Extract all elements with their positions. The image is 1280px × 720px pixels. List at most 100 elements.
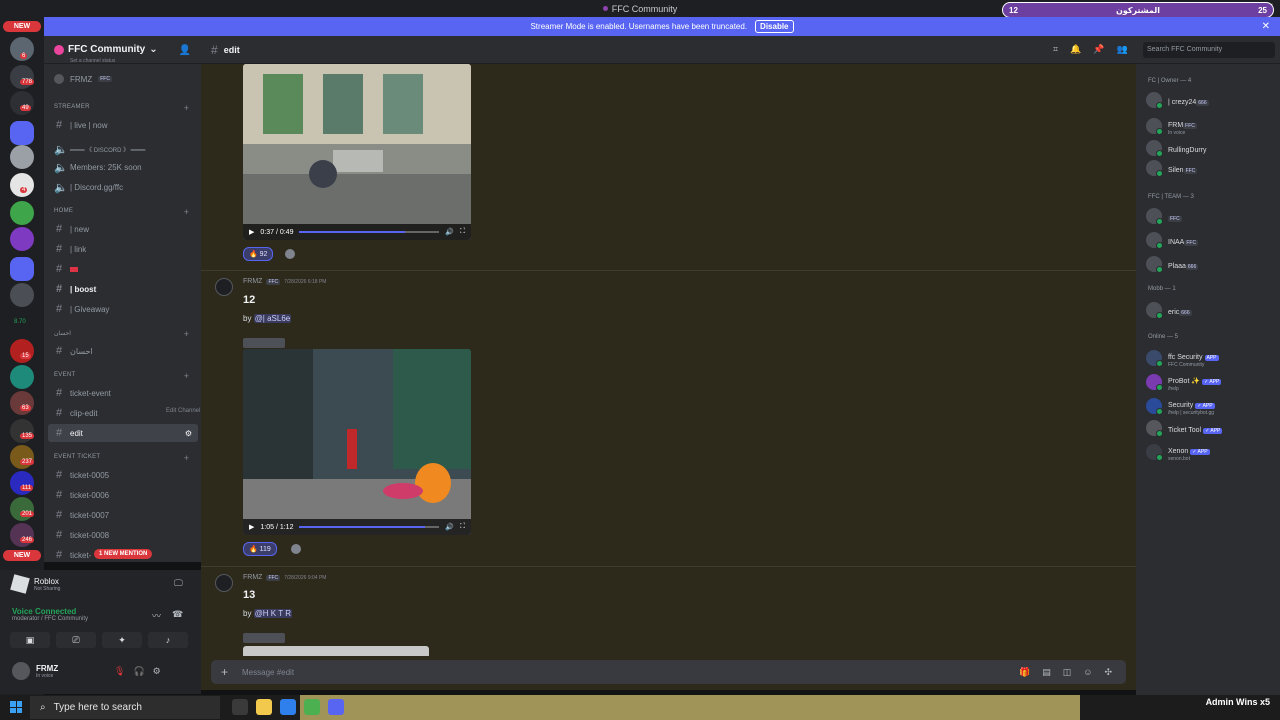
- server-icon[interactable]: [10, 283, 34, 307]
- server-icon[interactable]: [10, 145, 34, 169]
- fullscreen-icon[interactable]: ⛶: [460, 228, 465, 236]
- channel-flag[interactable]: #: [48, 260, 198, 278]
- bell-icon[interactable]: 🔔: [1070, 44, 1081, 55]
- server-icon[interactable]: [10, 365, 34, 389]
- author-name[interactable]: FRMZ: [243, 574, 262, 581]
- discord-icon[interactable]: [328, 699, 344, 715]
- author-name[interactable]: FRMZ: [243, 278, 262, 285]
- channel-ticket-0008[interactable]: # ticket-0008: [48, 526, 198, 544]
- server-icon[interactable]: [10, 471, 34, 495]
- member-item[interactable]: ffc Security APP FFC Community: [1146, 348, 1219, 368]
- add-reaction-icon[interactable]: [291, 544, 301, 554]
- invite-icon[interactable]: 👤: [179, 45, 191, 56]
- member-item[interactable]: | crezy24 666: [1146, 92, 1209, 109]
- server-icon[interactable]: [10, 391, 34, 415]
- video-attachment[interactable]: [243, 646, 429, 656]
- new-mention-pill[interactable]: 1 NEW MENTION: [94, 549, 153, 559]
- server-icon[interactable]: [10, 445, 34, 469]
- disconnect-icon[interactable]: ☎: [172, 609, 183, 620]
- add-attachment-icon[interactable]: +: [221, 665, 228, 679]
- disable-button[interactable]: Disable: [755, 20, 794, 33]
- gif-icon[interactable]: ▤: [1042, 667, 1051, 678]
- channel-boost[interactable]: # | boost: [48, 280, 198, 298]
- add-channel-icon[interactable]: +: [184, 329, 189, 339]
- reaction-fire[interactable]: 🔥 119: [243, 542, 277, 556]
- add-reaction-icon[interactable]: [285, 249, 295, 259]
- server-icon[interactable]: [10, 339, 34, 363]
- video-progress-bar[interactable]: [299, 231, 440, 233]
- channel-discord-link[interactable]: 🔈 | Discord.gg/ffc: [48, 178, 198, 196]
- banner-close-icon[interactable]: ✕: [1262, 21, 1270, 32]
- add-channel-icon[interactable]: +: [184, 103, 189, 113]
- chrome-icon[interactable]: [304, 699, 320, 715]
- member-item[interactable]: Plaaa 666: [1146, 256, 1199, 273]
- server-icon[interactable]: [10, 173, 34, 197]
- app-icon[interactable]: [280, 699, 296, 715]
- threads-icon[interactable]: ⌗: [1053, 44, 1058, 55]
- server-icon[interactable]: [10, 91, 34, 115]
- voice-connected-label[interactable]: Voice Connected: [12, 607, 88, 616]
- category-ihsan[interactable]: احسان: [54, 330, 71, 337]
- channel-giveaway[interactable]: # | Giveaway: [48, 300, 198, 318]
- channel-ticket-event[interactable]: # ticket-event: [48, 384, 198, 402]
- message-input[interactable]: + Message #edit 🎁 ▤ ◫ ☺ ✣: [211, 660, 1126, 684]
- channel-new[interactable]: # | new: [48, 220, 198, 238]
- reaction-fire[interactable]: 🔥 92: [243, 247, 274, 261]
- channel-link[interactable]: # | link: [48, 240, 198, 258]
- member-item[interactable]: FFC: [1146, 208, 1182, 225]
- channel-edit[interactable]: # edit ⚙: [48, 424, 198, 442]
- add-channel-icon[interactable]: +: [184, 371, 189, 381]
- deafen-icon[interactable]: 🎧: [133, 666, 144, 677]
- voice-channel[interactable]: moderator / FFC Community: [12, 616, 88, 622]
- avatar[interactable]: [215, 278, 233, 296]
- mute-mic-icon[interactable]: 🎙: [114, 666, 125, 677]
- server-icon[interactable]: [10, 257, 34, 281]
- emoji-icon[interactable]: ☺: [1083, 667, 1092, 678]
- channel-ticket-0006[interactable]: # ticket-0006: [48, 486, 198, 504]
- member-item[interactable]: ProBot ✨ ✓ APP/help: [1146, 372, 1222, 392]
- channel-status[interactable]: Set a channel status: [70, 58, 115, 64]
- server-icon[interactable]: [10, 497, 34, 521]
- user-mention[interactable]: @| aSL6e: [253, 314, 292, 323]
- new-pill-bottom[interactable]: NEW: [3, 550, 41, 561]
- member-item[interactable]: FRM FFC In voice: [1146, 116, 1197, 136]
- search-input[interactable]: Search FFC Community: [1143, 42, 1275, 58]
- screen-share-icon[interactable]: 🖵: [174, 578, 183, 589]
- category-home[interactable]: Home: [54, 208, 73, 214]
- member-item[interactable]: INAA FFC: [1146, 232, 1199, 249]
- task-view-icon[interactable]: [232, 699, 248, 715]
- fullscreen-icon[interactable]: ⛶: [460, 523, 465, 531]
- settings-gear-icon[interactable]: ⚙: [185, 429, 192, 438]
- play-icon[interactable]: ▶: [249, 228, 254, 236]
- server-icon[interactable]: [10, 419, 34, 443]
- channel-ticket-0007[interactable]: # ticket-0007: [48, 506, 198, 524]
- video-attachment[interactable]: ▶ 1:05 / 1:12 🔊 ⛶: [243, 349, 471, 535]
- server-icon[interactable]: [10, 201, 34, 225]
- apps-icon[interactable]: ✣: [1104, 667, 1112, 678]
- taskbar-search[interactable]: ⌕ Type here to search: [30, 696, 220, 719]
- add-channel-icon[interactable]: +: [184, 453, 189, 463]
- member-item[interactable]: Xenon ✓ APP xenon.bot: [1146, 442, 1210, 462]
- server-icon[interactable]: [10, 121, 34, 145]
- member-item[interactable]: eric 666: [1146, 302, 1192, 319]
- windows-start-icon[interactable]: [10, 701, 22, 713]
- channel-ihsan[interactable]: # احسان: [48, 342, 198, 360]
- camera-button[interactable]: ▣: [10, 632, 50, 648]
- add-channel-icon[interactable]: +: [184, 207, 189, 217]
- stream-button[interactable]: ⎚: [56, 632, 96, 648]
- members-icon[interactable]: 👥: [1117, 44, 1128, 55]
- member-item[interactable]: Silen FFC: [1146, 160, 1198, 177]
- server-icon[interactable]: [10, 523, 34, 547]
- play-icon[interactable]: ▶: [249, 523, 254, 531]
- category-event[interactable]: event: [54, 372, 76, 378]
- member-item[interactable]: RullingDurry: [1146, 140, 1207, 157]
- user-mention[interactable]: @H K T R: [253, 609, 292, 618]
- channel-ticket-0005[interactable]: # ticket-0005: [48, 466, 198, 484]
- channel-members[interactable]: 🔈 Members: 25K soon: [48, 158, 198, 176]
- server-header[interactable]: FFC Community ⌄ 👤: [44, 36, 201, 64]
- volume-icon[interactable]: 🔊: [445, 523, 454, 531]
- current-user[interactable]: FRMZ In voice: [12, 662, 58, 680]
- pin-icon[interactable]: 📌: [1093, 44, 1104, 55]
- gift-icon[interactable]: 🎁: [1019, 667, 1030, 678]
- voice-user[interactable]: FRMZ FFC: [48, 70, 198, 88]
